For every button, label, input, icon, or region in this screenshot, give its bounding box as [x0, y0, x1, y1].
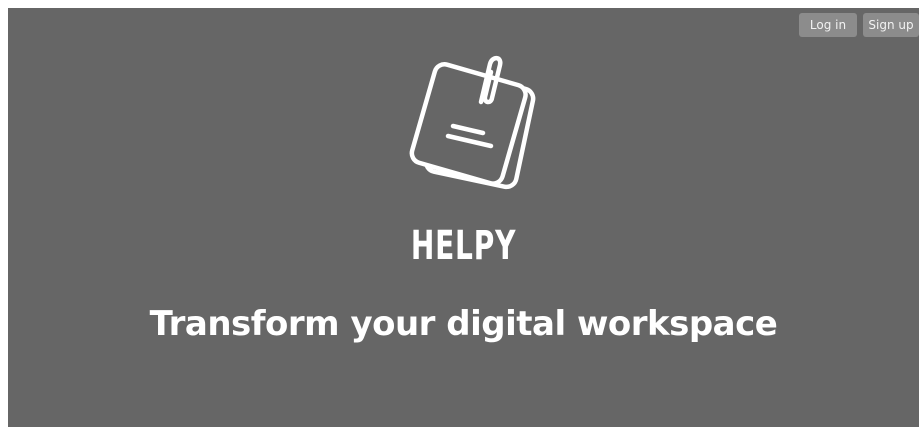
- sticky-notes-clip-icon: [393, 38, 553, 198]
- login-button[interactable]: Log in: [799, 13, 857, 37]
- hero-tagline: Transform your digital workspace: [149, 304, 778, 344]
- signup-button[interactable]: Sign up: [863, 13, 919, 37]
- hero-section: Log in Sign up HELPY Transform your digi…: [8, 8, 919, 427]
- brand-name: HELPY: [410, 223, 517, 269]
- auth-buttons: Log in Sign up: [799, 13, 919, 37]
